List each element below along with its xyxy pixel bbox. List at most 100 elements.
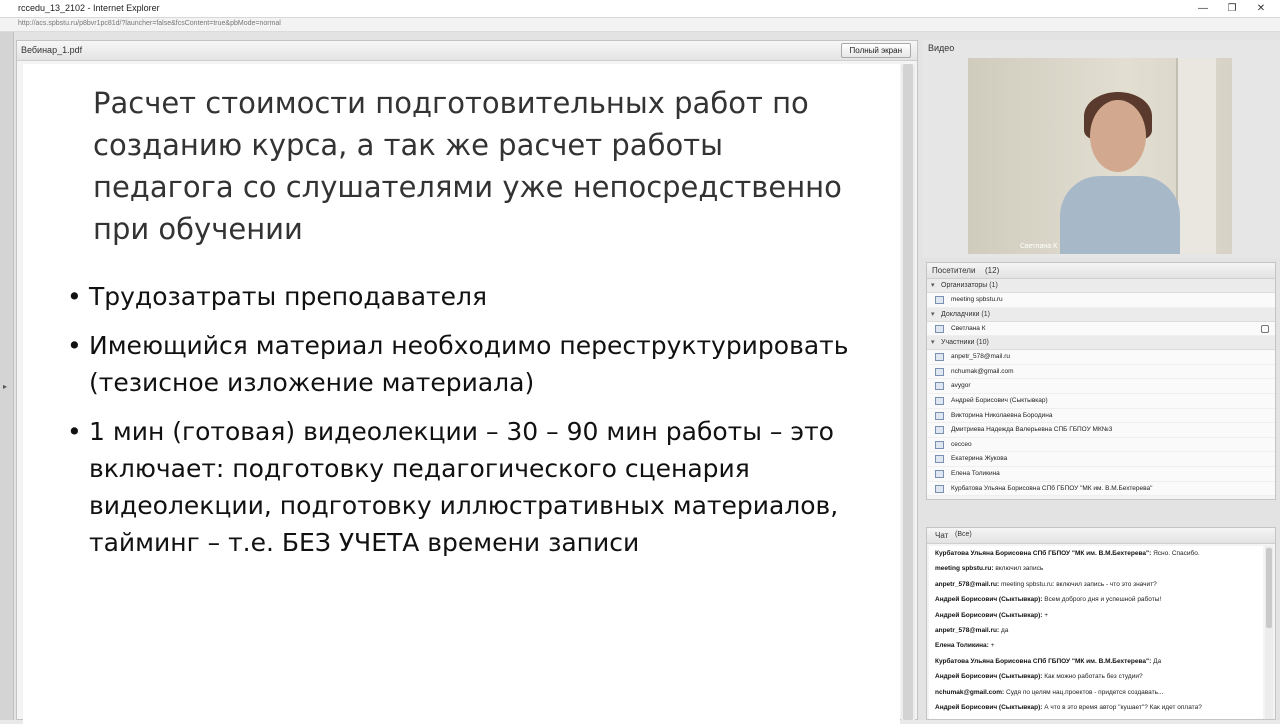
share-pod-header: Вебинар_1.pdf Полный экран <box>17 41 917 61</box>
attendee-row[interactable]: nchumak@gmail.com <box>927 364 1275 380</box>
chat-pod: Чат (Все) Курбатова Ульяна Борисовна СПб… <box>926 527 1276 720</box>
attendee-row[interactable]: avygor <box>927 379 1275 394</box>
chat-message: anpetr_578@mail.ru: да <box>929 623 1263 638</box>
attendee-row[interactable]: Светлана К <box>927 321 1275 337</box>
attendee-group-header[interactable]: ▾ Участники (10) <box>927 336 1275 351</box>
chat-message: meeting spbstu.ru: включил запись <box>929 561 1263 576</box>
chat-text: Ясно. Спасибо. <box>1153 550 1200 557</box>
window-titlebar: rccedu_13_2102 - Internet Explorer — ❐ ✕ <box>0 0 1280 18</box>
attendee-name: Елена Толикина <box>951 469 1000 477</box>
chat-author: meeting spbstu.ru: <box>935 565 996 573</box>
attendee-row[interactable]: cecceo <box>927 437 1275 453</box>
chat-author: Курбатова Ульяна Борисовна СПб ГБПОУ "МК… <box>935 550 1154 557</box>
attendee-row[interactable]: meeting spbstu.ru <box>927 293 1275 308</box>
chat-text: + <box>990 642 995 650</box>
slide-scrollbar[interactable] <box>901 64 915 720</box>
chat-text: Да <box>1153 657 1162 665</box>
attendee-name: avygor <box>951 382 971 390</box>
chat-message: nchumak@gmail.com: Судя по целям нац.про… <box>929 685 1263 700</box>
address-bar[interactable]: http://acs.spbstu.ru/p8bvr1pc81d/?launch… <box>0 18 1280 32</box>
slide-title: Расчет стоимости подготовительных работ … <box>93 86 842 246</box>
attendee-row[interactable]: Андрей Борисович (Сыктывкар) <box>927 393 1275 409</box>
attendee-name: Дмитриева Надежда Валерьевна СПБ ГБПОУ М… <box>951 426 1113 434</box>
chat-author: anpetr_578@mail.ru: <box>935 580 1001 588</box>
collapse-arrow-icon[interactable]: ▾ <box>931 338 935 346</box>
attendee-row[interactable]: Екатерина Жукова <box>927 452 1275 467</box>
slide-scrollbar-thumb[interactable] <box>903 64 913 720</box>
attendee-name: Екатерина Жукова <box>951 455 1008 463</box>
chat-scrollbar-thumb[interactable] <box>1266 548 1272 628</box>
chat-message: Андрей Борисович (Сыктывкар): А что в эт… <box>929 700 1263 715</box>
chat-author: Андрей Борисович (Сыктывкар): <box>935 611 1045 619</box>
participant-icon <box>935 382 944 391</box>
slide-bullet-list: Трудозатраты преподавателя Имеющийся мат… <box>67 278 867 573</box>
collapse-arrow-icon[interactable]: ▾ <box>931 281 935 289</box>
attendee-name: Викторина Николаевна Бородина <box>951 411 1053 419</box>
close-icon[interactable]: ✕ <box>1248 1 1274 17</box>
chat-text: Судя по целям нац.проектов - придется со… <box>1006 688 1164 696</box>
participant-icon <box>935 411 944 420</box>
chat-author: Елена Толикина: <box>935 642 991 650</box>
chat-text: А что в это время автор "кушает"? Как ид… <box>1044 704 1202 712</box>
attendee-group-label: Участники (10) <box>941 339 989 347</box>
attendee-group-header[interactable]: ▾ Организаторы (1) <box>927 279 1275 293</box>
participant-icon <box>935 469 944 478</box>
video-door <box>1176 58 1216 254</box>
maximize-icon[interactable]: ❐ <box>1219 1 1245 17</box>
chat-author: Андрей Борисович (Сыктывкар): <box>935 673 1045 681</box>
attendee-name: meeting spbstu.ru <box>951 296 1003 303</box>
chat-message: Андрей Борисович (Сыктывкар): + <box>929 608 1263 623</box>
address-url[interactable]: http://acs.spbstu.ru/p8bvr1pc81d/?launch… <box>18 20 281 27</box>
attendee-group-header[interactable]: ▾ Докладчики (1) <box>927 307 1275 322</box>
attendee-group-label: Докладчики (1) <box>941 310 990 318</box>
attendee-row[interactable]: anpetr_578@mail.ru <box>927 350 1275 365</box>
attendee-list: ▾ Организаторы (1) meeting spbstu.ru ▾ Докла… <box>927 279 1275 497</box>
attendee-row[interactable]: Курбатова Ульяна Борисовна СПб ГБПОУ "МК… <box>927 481 1275 497</box>
chat-messages: Курбатова Ульяна Борисовна СПб ГБПОУ "МК… <box>929 546 1263 719</box>
participant-icon <box>935 353 944 362</box>
chat-scope[interactable]: (Все) <box>955 531 972 538</box>
video-pod-header: Видео <box>922 40 1280 56</box>
attendee-name: cecceo <box>951 440 972 448</box>
participant-icon <box>935 426 944 435</box>
chat-message: Курбатова Ульяна Борисовна СПб ГБПОУ "МК… <box>929 654 1263 669</box>
participant-icon <box>935 396 944 405</box>
attendee-row[interactable]: Елена Толикина <box>927 466 1275 482</box>
chat-message: anpetr_578@mail.ru: meeting spbstu.ru: в… <box>929 577 1263 592</box>
attendee-name: Светлана К <box>951 324 986 332</box>
chat-text: включил запись <box>995 565 1044 573</box>
participant-icon <box>935 455 944 464</box>
attendee-row[interactable]: Дмитриева Надежда Валерьевна СПБ ГБПОУ М… <box>927 423 1275 438</box>
attendees-pod-header: Посетители (12) <box>927 263 1275 279</box>
attendees-count: (12) <box>985 266 1000 275</box>
chat-text: Всем доброго дня и успешной работы! <box>1044 596 1162 604</box>
attendees-title: Посетители <box>932 266 976 275</box>
speaker-body <box>1060 176 1180 254</box>
minimize-icon[interactable]: — <box>1190 1 1216 17</box>
chat-author: Андрей Борисович (Сыктывкар): <box>935 596 1045 604</box>
fullscreen-button[interactable]: Полный экран <box>840 43 911 58</box>
video-pod: Видео Светлана К <box>922 40 1280 258</box>
expand-arrow-icon[interactable]: ▸ <box>3 382 7 391</box>
chat-scrollbar[interactable] <box>1265 546 1273 719</box>
left-collapse-bar[interactable]: ▸ <box>0 32 14 720</box>
presenter-icon <box>935 324 944 333</box>
webcam-video: Светлана К <box>968 58 1232 254</box>
chat-title: Чат <box>935 531 949 540</box>
chat-text: да <box>1000 627 1009 635</box>
webcam-status-icon <box>1261 324 1269 333</box>
chat-author: nchumak@gmail.com: <box>935 688 1006 696</box>
collapse-arrow-icon[interactable]: ▾ <box>931 310 935 318</box>
video-pod-title: Видео <box>928 43 955 53</box>
attendee-name: anpetr_578@mail.ru <box>951 353 1010 361</box>
chat-message: Елена Толикина: + <box>929 638 1263 653</box>
speaker-name-label: Светлана К <box>1020 243 1058 250</box>
attendee-row[interactable]: Викторина Николаевна Бородина <box>927 408 1275 424</box>
window-title: rccedu_13_2102 - Internet Explorer <box>18 3 160 13</box>
participant-icon <box>935 367 944 376</box>
chat-text: + <box>1044 611 1049 619</box>
chat-pod-header: Чат (Все) <box>927 528 1275 544</box>
slide-canvas: Расчет стоимости подготовительных работ … <box>23 64 900 724</box>
chat-text: Как можно работать без студии? <box>1044 673 1143 681</box>
chat-author: Курбатова Ульяна Борисовна СПб ГБПОУ "МК… <box>935 657 1154 665</box>
